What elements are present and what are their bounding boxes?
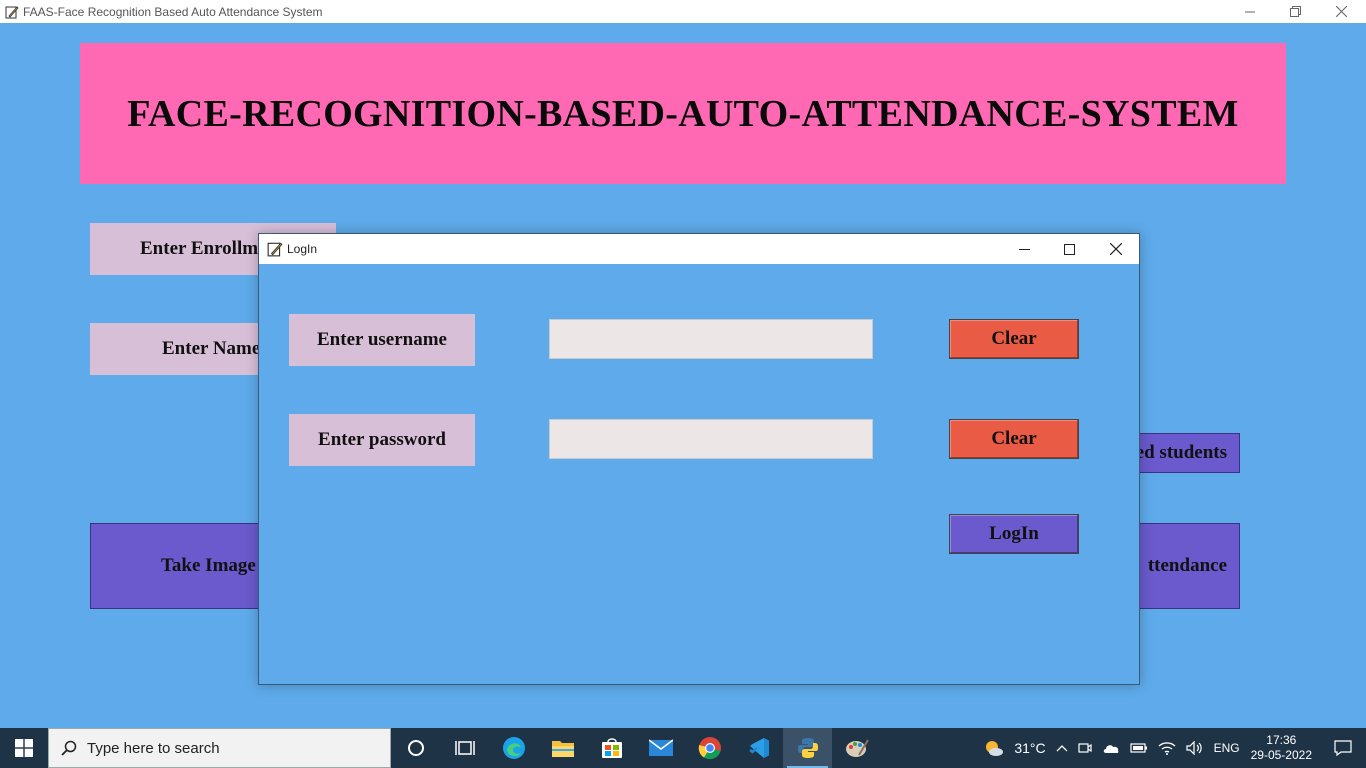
battery-icon[interactable] <box>1129 742 1148 754</box>
password-label: Enter password <box>289 414 475 466</box>
clock-time: 17:36 <box>1266 733 1297 747</box>
search-icon <box>61 740 77 756</box>
meet-now-icon[interactable] <box>1077 741 1092 755</box>
password-input[interactable] <box>549 419 873 459</box>
login-dialog: LogIn Enter username Clear Enter passwor… <box>258 233 1140 685</box>
paint-icon[interactable] <box>832 728 881 768</box>
windows-start-icon[interactable] <box>0 728 48 768</box>
cortana-icon[interactable] <box>391 728 440 768</box>
clock-date: 29-05-2022 <box>1250 748 1312 762</box>
restore-icon[interactable] <box>1272 0 1318 23</box>
taskbar-search-box[interactable]: Type here to search <box>48 728 391 768</box>
username-input[interactable] <box>549 319 873 359</box>
login-dialog-titlebar: LogIn <box>259 234 1139 264</box>
vscode-icon[interactable] <box>734 728 783 768</box>
taskbar: Type here to search 31°C ENG 17:36 29-05… <box>0 728 1366 768</box>
main-window-titlebar: FAAS-Face Recognition Based Auto Attenda… <box>0 0 1366 23</box>
banner-title: FACE-RECOGNITION-BASED-AUTO-ATTENDANCE-S… <box>127 92 1239 135</box>
feather-pen-icon <box>4 4 20 20</box>
task-view-icon[interactable] <box>440 728 489 768</box>
close-icon[interactable] <box>1318 0 1364 23</box>
language-indicator[interactable]: ENG <box>1214 741 1240 755</box>
onedrive-icon[interactable] <box>1102 742 1120 754</box>
minimize-icon[interactable] <box>1002 234 1047 264</box>
python-app-icon[interactable] <box>783 728 832 768</box>
clear-username-button[interactable]: Clear <box>949 319 1079 359</box>
volume-icon[interactable] <box>1185 741 1204 755</box>
chrome-icon[interactable] <box>685 728 734 768</box>
weather-temperature[interactable]: 31°C <box>1014 740 1045 756</box>
main-window-title: FAAS-Face Recognition Based Auto Attenda… <box>23 4 323 19</box>
weather-icon[interactable] <box>983 738 1005 758</box>
login-button[interactable]: LogIn <box>949 514 1079 554</box>
close-icon[interactable] <box>1093 234 1138 264</box>
search-placeholder: Type here to search <box>87 739 220 757</box>
chevron-up-icon[interactable] <box>1056 744 1068 752</box>
wifi-icon[interactable] <box>1158 741 1176 755</box>
clear-password-button[interactable]: Clear <box>949 419 1079 459</box>
minimize-icon[interactable] <box>1227 0 1273 23</box>
edge-browser-icon[interactable] <box>489 728 538 768</box>
username-label: Enter username <box>289 314 475 366</box>
maximize-icon[interactable] <box>1047 234 1092 264</box>
title-banner: FACE-RECOGNITION-BASED-AUTO-ATTENDANCE-S… <box>80 43 1286 184</box>
notification-icon[interactable] <box>1320 740 1366 756</box>
feather-pen-icon <box>267 241 283 257</box>
login-dialog-title: LogIn <box>287 242 318 256</box>
microsoft-store-icon[interactable] <box>587 728 636 768</box>
system-tray: 31°C ENG 17:36 29-05-2022 <box>983 728 1366 768</box>
taskbar-clock[interactable]: 17:36 29-05-2022 <box>1251 733 1312 763</box>
file-explorer-icon[interactable] <box>538 728 587 768</box>
mail-icon[interactable] <box>636 728 685 768</box>
